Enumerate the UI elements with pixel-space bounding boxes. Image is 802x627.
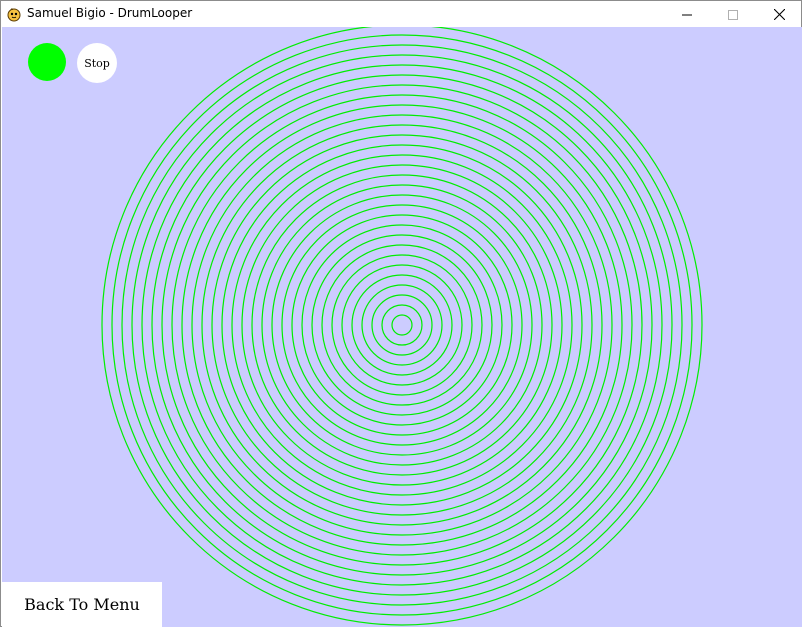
ring xyxy=(341,264,463,386)
close-icon xyxy=(773,5,785,24)
ring xyxy=(291,214,513,436)
ring xyxy=(271,194,533,456)
window-title: Samuel Bigio - DrumLooper xyxy=(27,6,193,20)
minimize-button[interactable] xyxy=(664,1,710,27)
ring xyxy=(191,114,613,536)
back-to-menu-label: Back To Menu xyxy=(24,595,140,614)
ring xyxy=(351,274,453,376)
ring xyxy=(391,314,413,336)
ring xyxy=(281,204,523,446)
ring xyxy=(151,74,653,576)
title-bar[interactable]: Samuel Bigio - DrumLooper xyxy=(1,1,801,27)
stop-button-label: Stop xyxy=(84,56,110,70)
ring xyxy=(311,234,493,416)
ring xyxy=(321,244,483,406)
stop-button[interactable]: Stop xyxy=(77,43,117,83)
looper-canvas[interactable]: Stop Back To Menu xyxy=(2,27,802,627)
ring xyxy=(141,64,663,586)
ring xyxy=(121,44,683,606)
ring xyxy=(131,54,673,596)
ring xyxy=(111,34,693,616)
ring xyxy=(371,294,433,356)
ring xyxy=(181,104,623,546)
minimize-icon xyxy=(682,5,692,24)
ring xyxy=(261,184,543,466)
maximize-button[interactable] xyxy=(710,1,756,27)
close-button[interactable] xyxy=(756,1,802,27)
ring xyxy=(221,144,583,506)
ring xyxy=(361,284,443,366)
ring xyxy=(331,254,473,396)
ring xyxy=(381,304,423,346)
python-snake-icon xyxy=(6,6,22,22)
app-window: Samuel Bigio - DrumLooper Stop Back To M… xyxy=(0,0,802,627)
maximize-icon xyxy=(728,5,738,24)
ring xyxy=(211,134,593,516)
ring xyxy=(161,84,643,566)
concentric-rings xyxy=(101,27,703,626)
ring xyxy=(241,164,563,486)
back-to-menu-button[interactable]: Back To Menu xyxy=(2,582,162,627)
ring xyxy=(251,174,553,476)
ring xyxy=(171,94,633,556)
ring xyxy=(231,154,573,496)
play-status-indicator[interactable] xyxy=(28,43,66,81)
